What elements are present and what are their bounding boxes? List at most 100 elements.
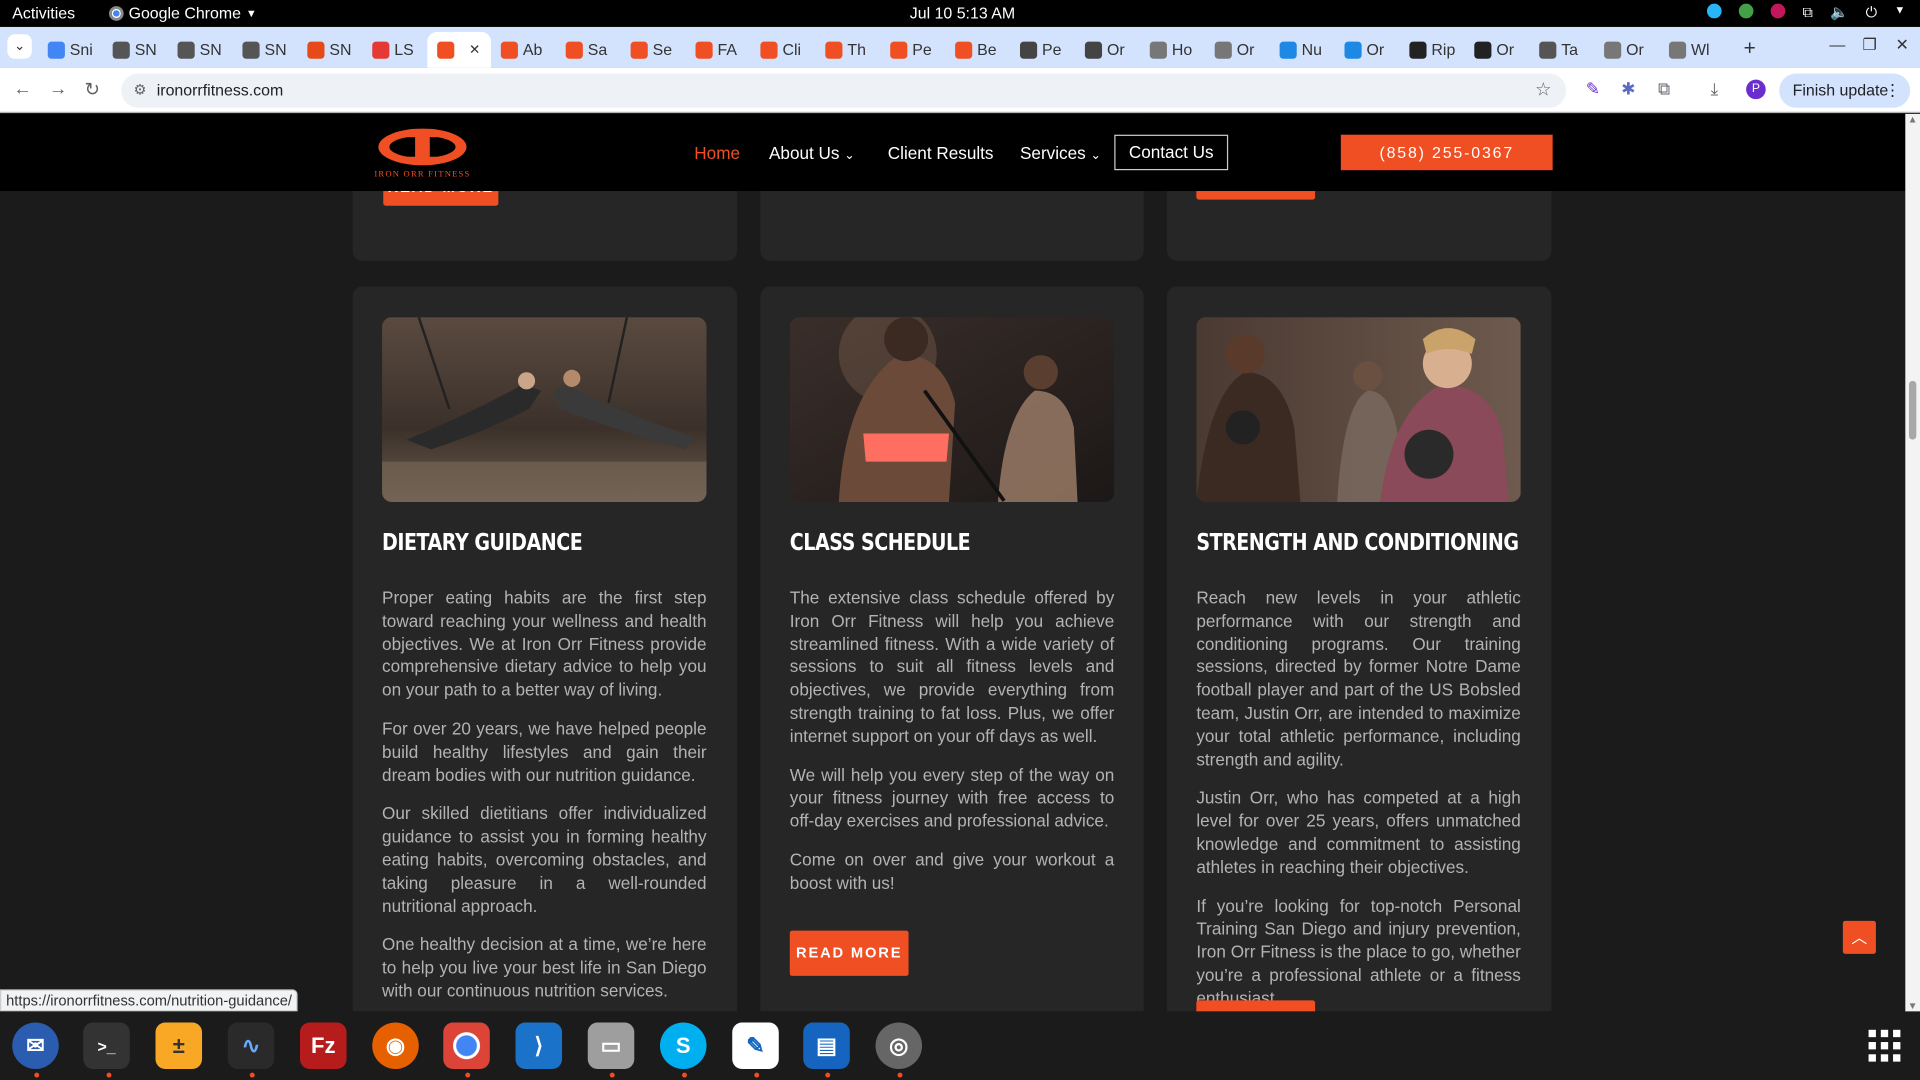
show-apps-grid-icon[interactable]	[1867, 1029, 1901, 1063]
dietary-guidance-card: DIETARY GUIDANCE Proper eating habits ar…	[352, 286, 738, 1012]
running-indicator	[897, 1072, 903, 1078]
scroll-up-arrow-icon[interactable]: ▲	[1908, 114, 1918, 125]
disk-utility-icon[interactable]: ◎	[875, 1022, 923, 1069]
tab-title: Ab	[522, 40, 543, 59]
text-editor-icon[interactable]: ✎	[732, 1022, 779, 1069]
app-menu[interactable]: Google Chrome ▼	[108, 4, 257, 22]
bookmark-star-icon[interactable]: ☆	[1535, 78, 1551, 101]
finish-update-button[interactable]: Finish update ⋮	[1779, 73, 1911, 108]
browser-tab[interactable]: Or	[1594, 32, 1659, 68]
browser-tab[interactable]: Sni	[38, 32, 103, 68]
activities-button[interactable]: Activities	[12, 4, 75, 22]
forward-icon[interactable]: →	[49, 78, 67, 99]
browser-tab[interactable]: Wl	[1659, 32, 1724, 68]
nav-contact-us[interactable]: Contact Us	[1114, 134, 1229, 171]
profile-avatar[interactable]: P	[1746, 79, 1766, 100]
tab-search-icon[interactable]: ⌄	[7, 34, 32, 59]
close-tab-icon[interactable]: ✕	[469, 42, 480, 58]
new-tab-button[interactable]: +	[1744, 37, 1756, 61]
browser-tab[interactable]: Sa	[556, 32, 621, 68]
running-indicator	[249, 1072, 255, 1078]
download-icon[interactable]: ⤓	[1711, 78, 1719, 99]
browser-tab[interactable]: Be	[945, 32, 1010, 68]
browser-tab[interactable]: FA	[686, 32, 751, 68]
tray-color-icon[interactable]	[1770, 3, 1786, 19]
tray-update-icon[interactable]	[1738, 3, 1754, 19]
gear-extension-icon[interactable]: ✱	[1621, 78, 1635, 99]
tab-title: LS	[394, 40, 414, 59]
card-paragraph: One healthy decision at a time, we’re he…	[382, 934, 707, 1001]
nav-about-us[interactable]: About Us ⌄	[769, 143, 855, 163]
browser-tab[interactable]: Th	[816, 32, 881, 68]
browser-tab[interactable]: Rip	[1400, 32, 1465, 68]
system-tray[interactable]: ⧉ 🔈 ⏻ ▼	[1706, 3, 1905, 22]
browser-tab[interactable]: Or	[1464, 32, 1529, 68]
volume-icon[interactable]: 🔈	[1830, 4, 1848, 22]
read-more-button[interactable]: READ MORE	[789, 930, 909, 976]
browser-tab[interactable]: Pe	[1010, 32, 1075, 68]
taskbar-dock: ✉ >_ ± ∿ Fz ◉ ⟩ ▭ S ✎ ▤ ◎	[0, 1011, 1920, 1080]
browser-tab[interactable]: Ho	[1140, 32, 1205, 68]
pen-extension-icon[interactable]: ✎	[1586, 78, 1600, 99]
minimize-icon[interactable]: —	[1829, 36, 1845, 54]
address-bar[interactable]: ⚙ ironorrfitness.com ☆	[121, 73, 1567, 108]
read-more-button[interactable]: READ MORE	[1196, 1000, 1316, 1012]
firefox-icon[interactable]: ◉	[372, 1022, 419, 1069]
tab-favicon-icon	[372, 41, 390, 59]
phone-button[interactable]: (858) 255-0367	[1340, 134, 1553, 171]
nav-home[interactable]: Home	[694, 143, 740, 163]
browser-tab[interactable]: Se	[621, 32, 686, 68]
back-icon[interactable]: ←	[13, 78, 31, 99]
browser-tab[interactable]: Ab	[491, 32, 556, 68]
browser-tab[interactable]: Or	[1075, 32, 1140, 68]
close-window-icon[interactable]: ✕	[1896, 36, 1909, 56]
writer-icon[interactable]: ▤	[803, 1022, 850, 1069]
vscode-icon[interactable]: ⟩	[515, 1022, 563, 1069]
browser-tab[interactable]: SN	[233, 32, 298, 68]
clock[interactable]: Jul 10 5:13 AM	[910, 4, 1015, 22]
browser-tab[interactable]: ✕	[427, 31, 492, 68]
files-icon[interactable]: ▭	[587, 1022, 635, 1069]
tab-title: Th	[847, 40, 866, 59]
system-monitor-icon[interactable]: ∿	[227, 1022, 275, 1069]
restore-icon[interactable]: ❐	[1862, 36, 1876, 56]
filezilla-icon[interactable]: Fz	[300, 1022, 347, 1069]
thunderbird-icon[interactable]: ✉	[12, 1022, 59, 1069]
site-info-icon[interactable]: ⚙	[133, 81, 146, 98]
terminal-icon[interactable]: >_	[83, 1022, 130, 1069]
browser-tab[interactable]: Cli	[751, 32, 816, 68]
network-icon[interactable]: ⧉	[1803, 4, 1814, 22]
chrome-icon[interactable]	[443, 1022, 490, 1069]
skype-icon[interactable]: S	[660, 1022, 707, 1069]
reload-icon[interactable]: ↻	[84, 78, 99, 101]
scrollbar-thumb[interactable]	[1908, 380, 1917, 440]
browser-tab[interactable]: Nu	[1270, 32, 1335, 68]
browser-tab[interactable]: LS	[362, 32, 427, 68]
card-paragraph: The extensive class schedule offered by …	[789, 587, 1115, 746]
browser-tab[interactable]: Pe	[880, 32, 945, 68]
calculator-icon[interactable]: ±	[155, 1022, 203, 1069]
scroll-down-arrow-icon[interactable]: ▼	[1908, 1000, 1918, 1011]
nav-services[interactable]: Services ⌄	[1020, 143, 1101, 163]
more-menu-icon[interactable]: ⋮	[1884, 73, 1900, 107]
extensions-puzzle-icon[interactable]: ⧉	[1658, 78, 1670, 99]
page-scrollbar[interactable]: ▲ ▼	[1905, 113, 1920, 1012]
tab-title: Sa	[587, 40, 608, 59]
browser-tab[interactable]: SN	[103, 32, 168, 68]
browser-tab[interactable]: Ta	[1529, 32, 1594, 68]
chevron-down-icon[interactable]: ▼	[1894, 4, 1905, 22]
browser-tab[interactable]: Or	[1335, 32, 1400, 68]
tab-favicon-icon	[1279, 41, 1297, 59]
tab-favicon-icon	[1084, 41, 1103, 59]
iron-orr-fitness-logo[interactable]: IRON ORR FITNESS	[353, 127, 493, 178]
browser-tab[interactable]: SN	[168, 32, 233, 68]
tab-favicon-icon	[500, 41, 518, 59]
back-to-top-button[interactable]: ︿	[1842, 920, 1876, 954]
logo-text: IRON ORR FITNESS	[374, 168, 470, 178]
tray-app-icon[interactable]	[1706, 3, 1722, 19]
address-bar-url[interactable]: ironorrfitness.com	[157, 81, 284, 99]
browser-tab[interactable]: SN	[298, 32, 363, 68]
nav-client-results[interactable]: Client Results	[888, 143, 994, 163]
browser-tab[interactable]: Or	[1205, 32, 1270, 68]
power-icon[interactable]: ⏻	[1866, 4, 1878, 22]
